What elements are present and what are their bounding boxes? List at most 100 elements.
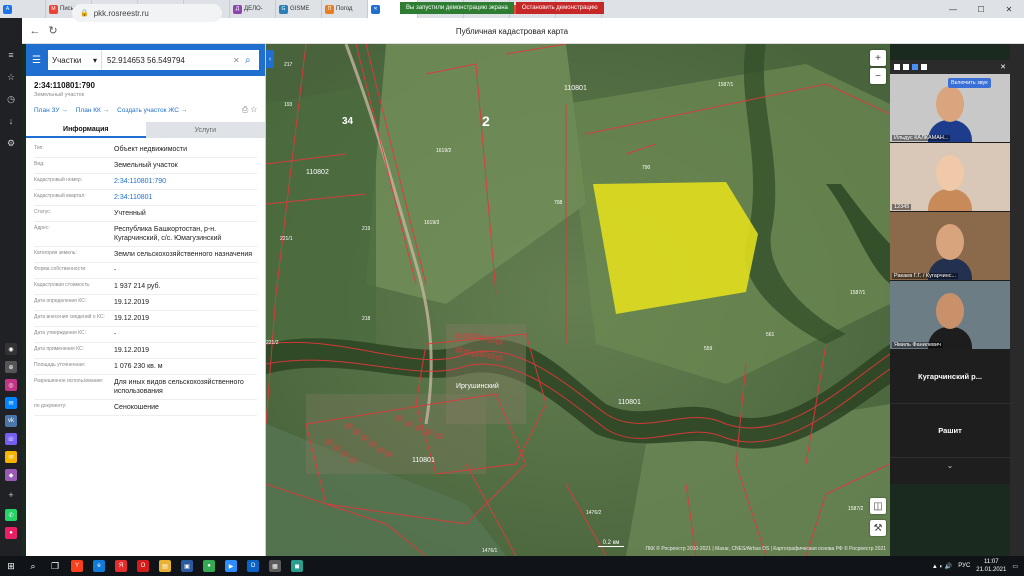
notifications-icon[interactable]: ▭ [1012, 563, 1018, 570]
search-icon[interactable]: ⌕ [245, 55, 259, 66]
tab-favicon-icon: П [325, 4, 334, 14]
reload-icon[interactable]: ↻ [44, 22, 62, 40]
mail-icon[interactable]: ✉ [5, 451, 17, 463]
instagram-icon[interactable]: ◎ [5, 379, 17, 391]
history-icon[interactable]: ◷ [4, 92, 18, 106]
object-links: План ЗУ → План КК → Создать участок ЖС →… [26, 100, 265, 120]
back-icon[interactable]: ← [26, 22, 44, 40]
browser-tab[interactable]: Д ДЕЛО- [230, 0, 276, 18]
browser-tab[interactable]: П Погод [322, 0, 368, 18]
settings-icon[interactable]: ⚙ [4, 136, 18, 150]
map-label-193: 193 [284, 102, 293, 108]
print-icon[interactable]: ⎙ ☆ [242, 105, 257, 115]
participant-tile[interactable]: Ракаев Г.Г. / Кугарчинс... [890, 212, 1010, 280]
property-row: Адрес: Республика Башкортостан, р-н. Куга… [34, 222, 257, 247]
yandex-icon[interactable]: Y [66, 556, 88, 576]
chevron-down-icon[interactable]: ⌄ [890, 458, 1010, 472]
menu-icon[interactable]: ≡ [4, 48, 18, 62]
star-icon[interactable]: ☆ [4, 70, 18, 84]
room-tile-1[interactable]: Кугарчинский р... [890, 350, 1010, 404]
outlook-icon[interactable]: O [242, 556, 264, 576]
property-value: 19.12.2019 [114, 347, 150, 354]
task-view-icon[interactable]: ❐ [44, 556, 66, 576]
property-value: 1 937 214 руб. [114, 283, 161, 290]
map-label-110801-mid: 110801 [618, 399, 641, 406]
close-window-button[interactable]: ✕ [996, 0, 1022, 18]
close-call-panel-icon[interactable]: ✕ [1000, 63, 1006, 71]
map-label-1619-2: 1619/2 [436, 148, 452, 154]
address-bar[interactable]: 🔒 pkk.rosreestr.ru [72, 4, 222, 22]
zoom-in-button[interactable]: + [870, 50, 886, 66]
property-value: Сенокошение [114, 404, 159, 411]
browser-tab[interactable]: G GISME [276, 0, 322, 18]
files-icon[interactable]: ▦ [264, 556, 286, 576]
participant-tile[interactable]: 12345 [890, 143, 1010, 211]
browser-tab[interactable]: A [0, 0, 46, 18]
whatsapp-icon[interactable]: ✆ [5, 509, 17, 521]
yandex-browser-icon[interactable]: Я [110, 556, 132, 576]
property-value[interactable]: 2:34:110801 [114, 193, 257, 202]
messenger-icon[interactable]: ✉ [5, 397, 17, 409]
participant-tile[interactable]: Ямиль Фанилевич [890, 281, 1010, 349]
tab-services[interactable]: Услуги [145, 122, 265, 138]
room-tile-2[interactable]: Рашит [890, 404, 1010, 458]
property-key: Тип: [34, 145, 44, 151]
clear-icon[interactable]: ✕ [233, 56, 245, 65]
layout-icons[interactable] [894, 64, 930, 70]
property-value: - [114, 331, 117, 338]
participant-name: Ямиль Фанилевич [892, 342, 943, 348]
share-message: Вы запустили демонстрацию экрана [400, 2, 514, 14]
edge-icon[interactable]: e [88, 556, 110, 576]
map-label-110801-top: 110801 [564, 85, 587, 92]
property-row: Площадь уточненная: 1 076 230 кв. м [34, 359, 257, 375]
map-label-559: 559 [704, 346, 713, 352]
add-icon[interactable]: + [4, 488, 18, 502]
viber-icon[interactable]: ☏ [5, 433, 17, 445]
stop-share-button[interactable]: Остановить демонстрацию [515, 2, 604, 14]
language-indicator[interactable]: РУС [958, 563, 970, 569]
cadastral-map[interactable]: 34 2 110801 110802 Иргушинский 110801 11… [266, 44, 890, 556]
object-subtitle: Земельный участок [34, 92, 85, 98]
map-label-district-2: 2 [482, 113, 490, 129]
map-copyright: ПКК © Росреестр 2010-2021 | Maxar, CNES/… [645, 546, 886, 552]
search-taskbar-icon[interactable]: ⌕ [22, 556, 44, 576]
property-key: по документу: [34, 403, 67, 409]
search-input[interactable]: 52.914653 56.549794 [102, 56, 233, 65]
collapse-panel-button[interactable]: ‹ [266, 50, 274, 68]
property-value: 19.12.2019 [114, 299, 150, 306]
photos-icon[interactable]: ▣ [176, 556, 198, 576]
tab-info[interactable]: Информация [26, 122, 146, 138]
plan-kk-link[interactable]: План КК → [76, 107, 109, 114]
hamburger-icon[interactable]: ☰ [32, 55, 48, 66]
network-icon[interactable]: ▲ ◐ 🔊 [932, 563, 952, 570]
vk-icon[interactable]: vk [5, 415, 17, 427]
minimize-button[interactable]: — [940, 0, 966, 18]
create-plot-link[interactable]: Создать участок ЖС → [117, 107, 187, 114]
search-type-select[interactable]: Участки ▾ [48, 50, 102, 70]
clock[interactable]: 11:07 21.01.2021 [976, 558, 1006, 574]
app-icon-2[interactable]: ⊕ [5, 361, 17, 373]
property-value[interactable]: 2:34:110801:790 [114, 177, 257, 186]
download-icon[interactable]: ↓ [4, 114, 18, 128]
chrome-icon[interactable]: ● [198, 556, 220, 576]
map-label-1476-2: 1476/2 [586, 510, 602, 516]
plan-zu-link[interactable]: План ЗУ → [34, 107, 68, 114]
explorer-icon[interactable]: ▤ [154, 556, 176, 576]
map-canvas[interactable]: 34 2 110801 110802 Иргушинский 110801 11… [266, 44, 890, 556]
property-key: Кадастровый квартал: [34, 193, 86, 199]
windows-start-icon[interactable]: ⊞ [0, 556, 22, 576]
app-icon-1[interactable]: ◉ [5, 343, 17, 355]
opera-icon[interactable]: O [132, 556, 154, 576]
app-taskbar-icon[interactable]: ◼ [286, 556, 308, 576]
layers-icon[interactable]: ◫ [870, 498, 886, 514]
lock-icon: 🔒 [80, 10, 89, 17]
unmute-button[interactable]: Включить звук [948, 78, 991, 88]
app-icon-3[interactable]: ◆ [5, 469, 17, 481]
property-value: Республика Башкортостан, р-н. Кугарчинск… [114, 226, 222, 242]
tools-icon[interactable]: ⚒ [870, 520, 886, 536]
zoom-icon[interactable]: ▶ [220, 556, 242, 576]
maximize-button[interactable]: ☐ [968, 0, 994, 18]
app-icon-4[interactable]: ● [5, 527, 17, 539]
zoom-out-button[interactable]: − [870, 68, 886, 84]
property-row: Вид: Земельный участок [34, 158, 257, 174]
